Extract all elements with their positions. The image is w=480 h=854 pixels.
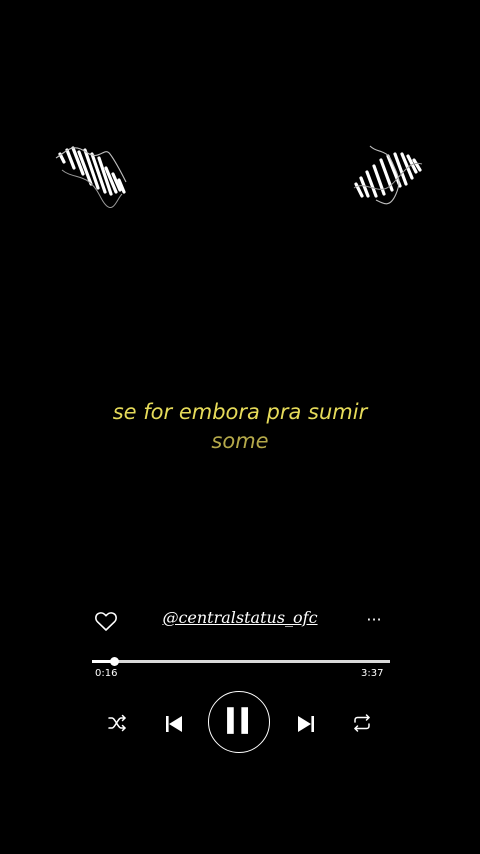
progress-thumb[interactable] [110,657,120,666]
elapsed-time: 0:16 [95,668,118,679]
skip-previous-icon[interactable] [163,713,185,735]
skip-next-icon[interactable] [295,713,317,735]
shuffle-icon[interactable] [106,712,128,734]
repeat-icon[interactable] [351,712,373,734]
sound-wave-scribble-icon [55,146,127,208]
track-meta-row: @centralstatus_ofc ··· [0,604,480,636]
lyric-current-line: se for embora pra sumir [112,400,368,424]
ellipsis-icon[interactable]: ··· [362,608,386,632]
sound-wave-scribble-icon [353,145,423,205]
pause-button[interactable] [208,691,270,753]
lyrics-panel: se for embora pra sumir some [0,398,480,456]
total-time: 3:37 [361,668,384,679]
pause-icon [227,707,249,734]
playback-controls [0,690,480,756]
lyric-next-line: some [211,429,269,453]
artist-handle-link[interactable]: @centralstatus_ofc [0,608,480,627]
progress-bar[interactable] [92,657,390,666]
